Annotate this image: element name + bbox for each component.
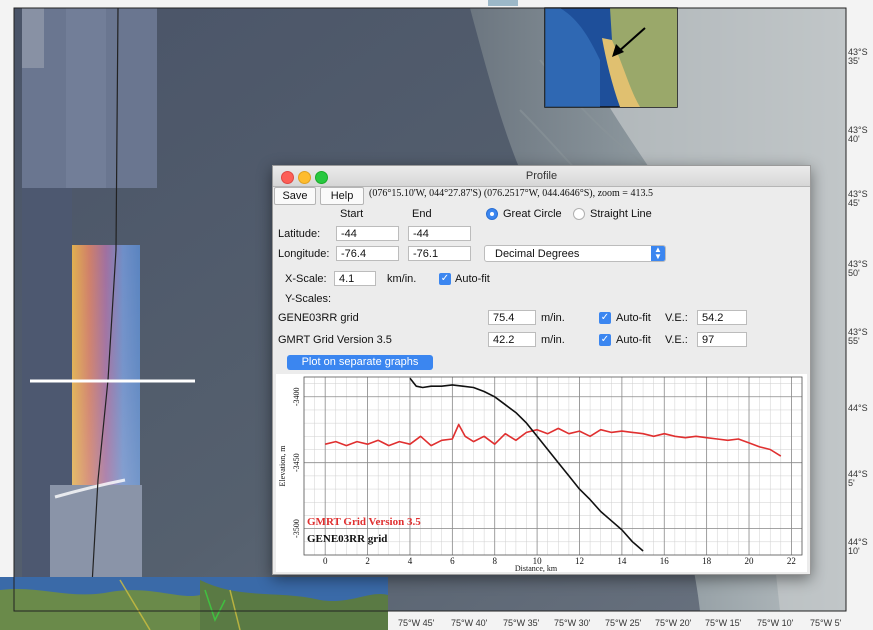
- xscale-field[interactable]: 4.1: [334, 271, 376, 286]
- x-tick-labels: 0 2 4 6 8 10 12 14 16 18 20 22: [323, 556, 796, 566]
- y-axis-label: Elevation, m: [278, 445, 287, 487]
- xscale-autofit-checkbox[interactable]: ✓: [439, 273, 451, 285]
- x-tick-label: 18: [702, 556, 712, 566]
- grid-scale-field[interactable]: 75.4: [488, 310, 536, 325]
- grid-ve-field[interactable]: 54.2: [697, 310, 747, 325]
- x-tick-label: 0: [323, 556, 328, 566]
- coordinate-format-select[interactable]: Decimal Degrees ▲ ▼: [484, 245, 666, 262]
- chevron-updown-icon: ▲ ▼: [651, 246, 665, 261]
- longitude-end-field[interactable]: -76.1: [408, 246, 471, 261]
- xscale-label: X-Scale:: [285, 273, 327, 285]
- latitude-label: Latitude:: [278, 228, 321, 240]
- x-axis-label: Distance, km: [515, 564, 558, 572]
- lon-label: 75°W 35': [503, 618, 540, 628]
- x-tick-label: 22: [787, 556, 796, 566]
- coordinate-format-value: Decimal Degrees: [495, 248, 580, 260]
- x-tick-label: 6: [450, 556, 455, 566]
- start-header: Start: [340, 208, 364, 220]
- lat-label: 44°S 10': [848, 537, 868, 556]
- straight-line-label: Straight Line: [590, 208, 652, 220]
- xscale-unit: km/in.: [387, 273, 417, 285]
- grid-autofit-label: Auto-fit: [616, 312, 651, 324]
- legend-gmrt: GMRT Grid Version 3.5: [307, 516, 421, 528]
- x-tick-label: 12: [575, 556, 584, 566]
- lat-label: 43°S 35': [848, 47, 868, 66]
- grid-scale-unit: m/in.: [541, 312, 565, 324]
- legend-gene: GENE03RR grid: [307, 533, 387, 545]
- grid-autofit-checkbox[interactable]: ✓: [599, 334, 611, 346]
- end-header: End: [412, 208, 432, 220]
- xscale-autofit-label: Auto-fit: [455, 273, 490, 285]
- lat-label: 43°S 50': [848, 259, 868, 278]
- lat-label: 44°S: [848, 403, 868, 413]
- x-tick-label: 2: [365, 556, 370, 566]
- grid-scale-field[interactable]: 42.2: [488, 332, 536, 347]
- grid-autofit-checkbox[interactable]: ✓: [599, 312, 611, 324]
- lon-label: 75°W 25': [605, 618, 642, 628]
- longitude-label: Longitude:: [278, 248, 330, 260]
- grid-ve-label: V.E.:: [665, 312, 688, 324]
- save-button[interactable]: Save: [274, 187, 316, 205]
- dialog-titlebar[interactable]: Profile: [273, 166, 810, 187]
- latitude-end-field[interactable]: -44: [408, 226, 471, 241]
- lon-label: 75°W 5': [810, 618, 842, 628]
- series-line: [325, 423, 782, 457]
- latitude-start-field[interactable]: -44: [336, 226, 399, 241]
- yscales-label: Y-Scales:: [285, 293, 332, 305]
- help-button[interactable]: Help: [320, 187, 364, 205]
- lon-label: 75°W 30': [554, 618, 591, 628]
- lat-label: 43°S 55': [848, 327, 868, 346]
- grid-autofit-label: Auto-fit: [616, 334, 651, 346]
- grid-ve-label: V.E.:: [665, 334, 688, 346]
- grid-ve-field[interactable]: 97: [697, 332, 747, 347]
- x-tick-label: 16: [660, 556, 670, 566]
- y-tick-label: -3400: [292, 387, 301, 406]
- lon-label: 75°W 10': [757, 618, 794, 628]
- straight-line-radio[interactable]: [573, 208, 585, 220]
- y-tick-label: -3450: [292, 453, 301, 472]
- grid-name: GMRT Grid Version 3.5: [278, 334, 392, 346]
- profile-dialog: Profile Save Help (076°15.10'W, 044°27.8…: [272, 165, 811, 575]
- lon-label: 75°W 40': [451, 618, 488, 628]
- grid-major: [304, 377, 802, 555]
- grid-name: GENE03RR grid: [278, 312, 359, 324]
- plot-separate-graphs-button[interactable]: Plot on separate graphs: [287, 355, 433, 370]
- great-circle-label: Great Circle: [503, 208, 562, 220]
- longitude-start-field[interactable]: -76.4: [336, 246, 399, 261]
- y-tick-label: -3500: [292, 519, 301, 538]
- profile-chart[interactable]: 0 2 4 6 8 10 12 14 16 18 20 22 -3400-3450-3500 Dist…: [276, 374, 807, 572]
- lat-label: 43°S 40': [848, 125, 868, 144]
- dialog-title: Profile: [525, 170, 558, 182]
- great-circle-radio[interactable]: [486, 208, 498, 220]
- y-tick-labels: -3400 -3450 -3500: [292, 387, 301, 538]
- coordinate-info: (076°15.10'W, 044°27.87'S) (076.2517°W, …: [369, 188, 653, 199]
- grid-scale-unit: m/in.: [541, 334, 565, 346]
- x-tick-label: 8: [492, 556, 497, 566]
- x-tick-label: 14: [617, 556, 627, 566]
- lat-label: 44°S 5': [848, 469, 868, 488]
- lon-label: 75°W 45': [398, 618, 435, 628]
- lat-label: 43°S 45': [848, 189, 868, 208]
- lon-label: 75°W 15': [705, 618, 742, 628]
- lon-label: 75°W 20': [655, 618, 692, 628]
- x-tick-label: 20: [745, 556, 755, 566]
- x-tick-label: 4: [408, 556, 413, 566]
